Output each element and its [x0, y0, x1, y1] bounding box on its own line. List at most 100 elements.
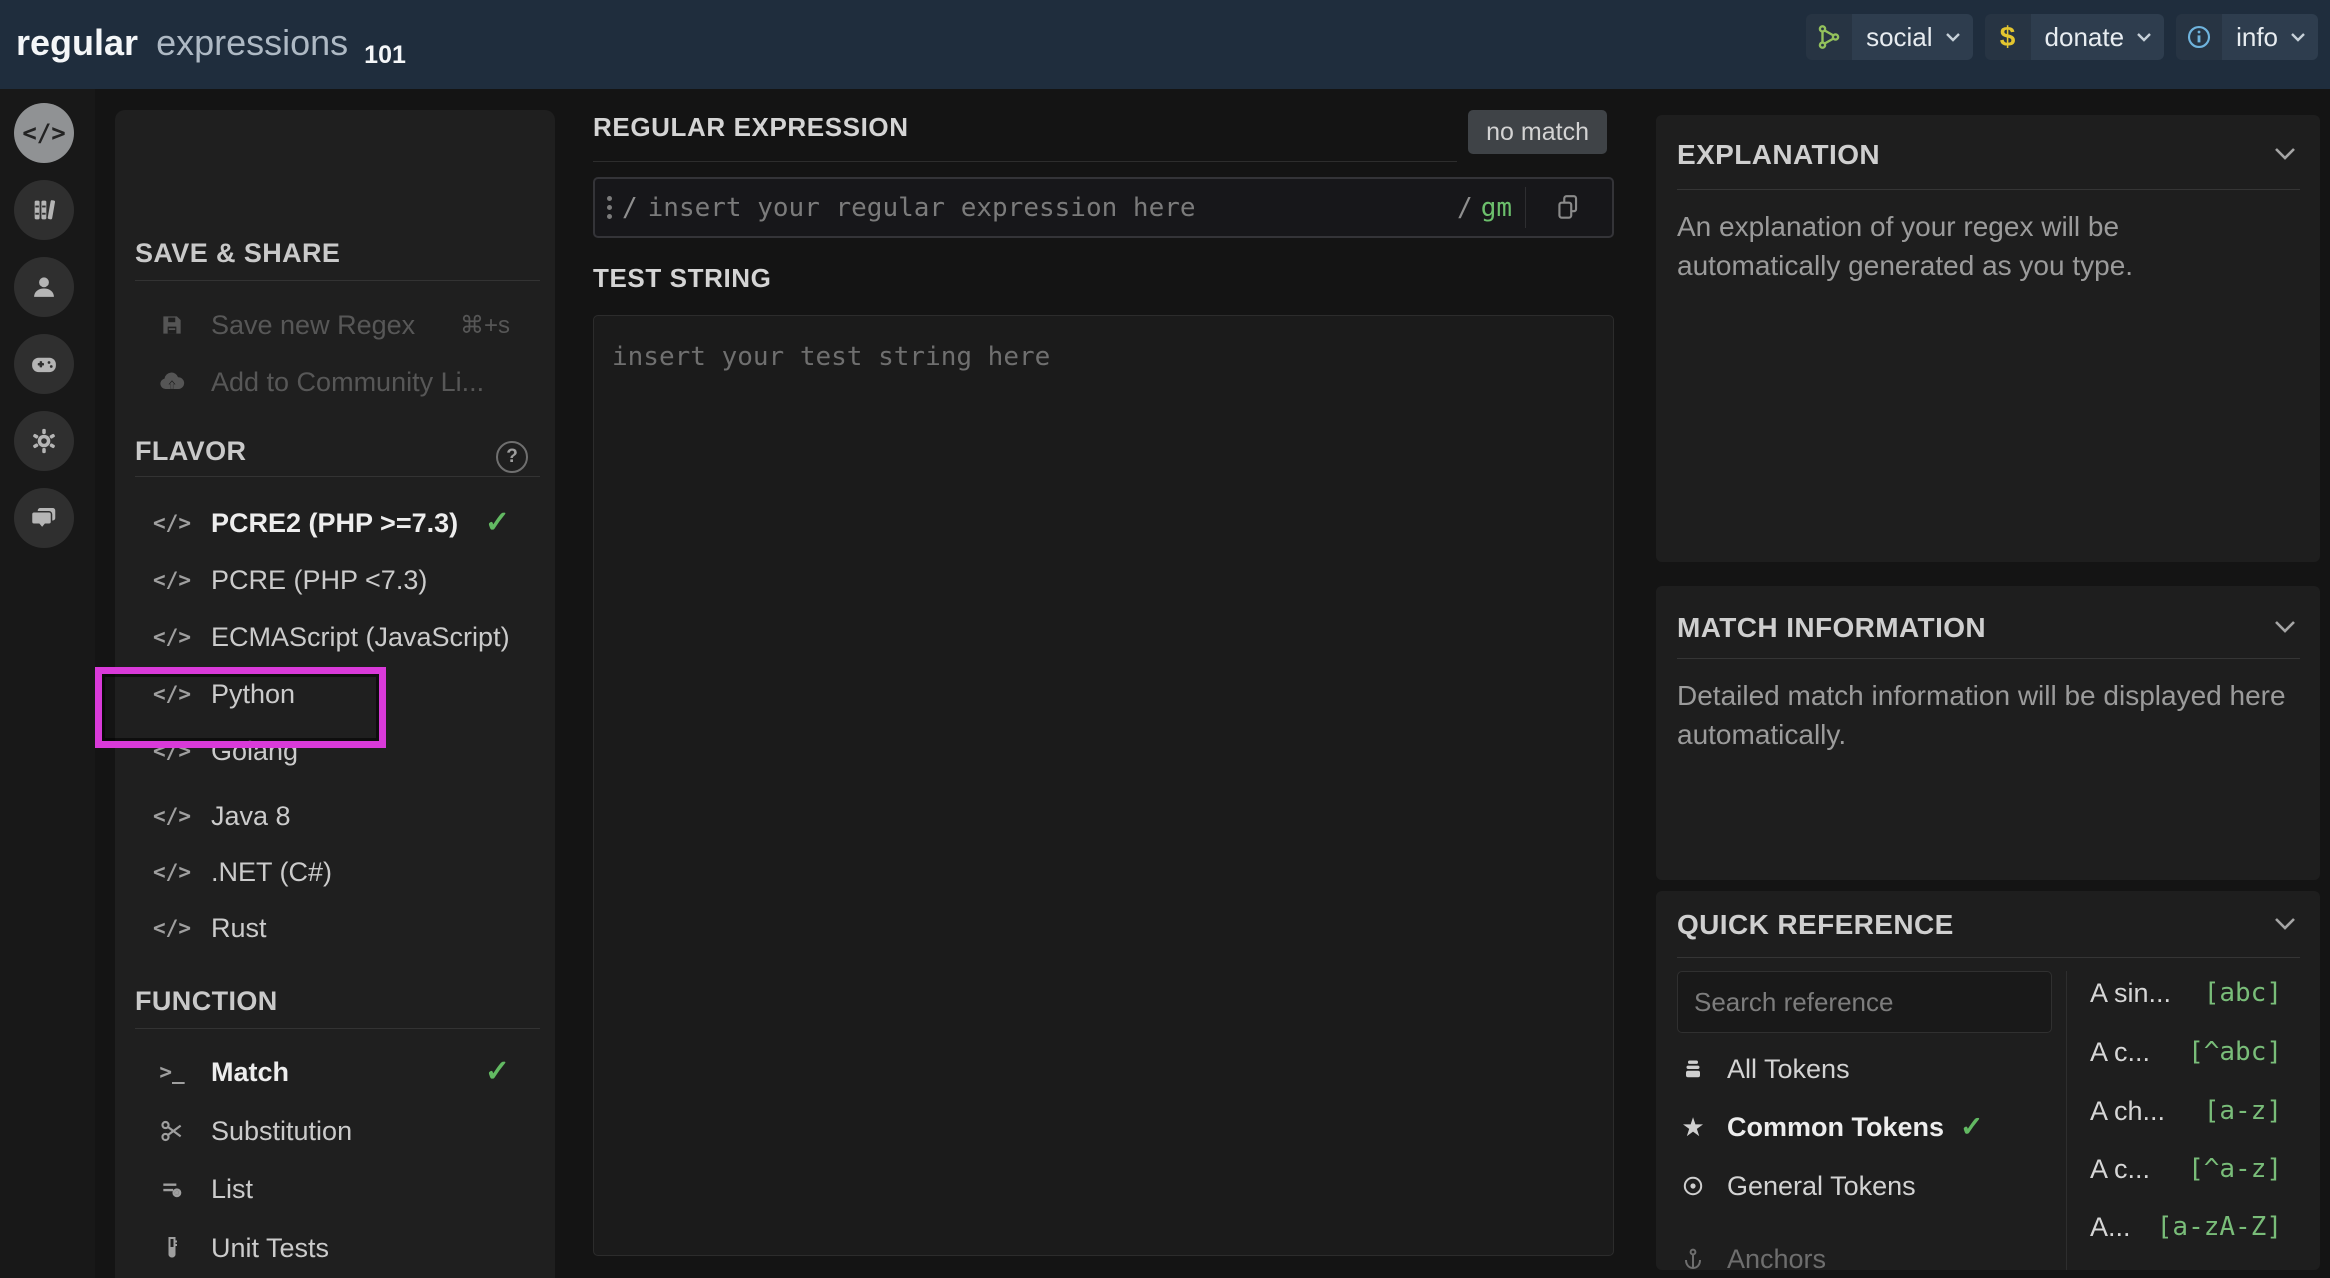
flavor-help-icon[interactable]: ? — [496, 441, 528, 473]
drag-handle-dots-icon — [607, 196, 612, 219]
divider — [1677, 658, 2300, 659]
reference-entry[interactable]: A sin... [abc] — [2090, 973, 2282, 1013]
divider — [1677, 957, 2300, 958]
rail-regex-editor-button[interactable]: </> — [14, 103, 74, 163]
library-icon — [30, 196, 58, 224]
logo-part-expressions: expressions — [156, 22, 348, 63]
reference-search-input[interactable] — [1677, 971, 2052, 1033]
logo-part-regular: regular — [16, 22, 138, 63]
test-string-input[interactable] — [593, 315, 1614, 1256]
save-shortcut: ⌘+s — [460, 311, 510, 340]
flavor-item-python[interactable]: </> Python — [155, 674, 510, 714]
function-item-substitution[interactable]: Substitution — [155, 1111, 510, 1151]
add-to-community-label: Add to Community Li... — [211, 367, 484, 398]
donate-label: donate — [2031, 22, 2137, 53]
dollar-icon: $ — [1985, 14, 2031, 60]
divider — [2066, 971, 2067, 1270]
rail-community-button[interactable] — [14, 334, 74, 394]
divider — [135, 280, 540, 281]
collapse-chevron-icon[interactable] — [2274, 147, 2296, 160]
flavor-heading: FLAVOR — [135, 436, 246, 467]
chevron-down-icon — [2290, 32, 2306, 42]
chevron-down-icon — [1945, 32, 1961, 42]
match-information-panel: MATCH INFORMATION Detailed match informa… — [1656, 586, 2320, 880]
rail-settings-button[interactable] — [14, 411, 74, 471]
social-label: social — [1852, 22, 1944, 53]
cloud-upload-icon — [155, 368, 189, 396]
explanation-body: An explanation of your regex will be aut… — [1677, 207, 2217, 285]
flavor-item-ecmascript[interactable]: </> ECMAScript (JavaScript) — [155, 617, 510, 657]
flavor-item-rust[interactable]: </> Rust — [155, 908, 510, 948]
scissors-icon — [155, 1118, 189, 1144]
test-tube-icon — [155, 1235, 189, 1261]
rail-feedback-button[interactable] — [14, 488, 74, 548]
code-icon: </> — [155, 568, 189, 592]
divider — [1525, 187, 1526, 228]
code-icon: </> — [155, 860, 189, 884]
category-all-tokens[interactable]: All Tokens — [1677, 1049, 2047, 1089]
regex101-app: regular expressions 101 social $ donat — [0, 0, 2330, 1278]
code-icon: </> — [155, 682, 189, 706]
collapse-chevron-icon[interactable] — [2274, 620, 2296, 633]
info-menu-button[interactable]: info — [2176, 14, 2318, 60]
gear-icon — [30, 427, 58, 455]
regex-close-delimiter: / — [1457, 193, 1473, 223]
rail-account-button[interactable] — [14, 257, 74, 317]
test-string-heading: TEST STRING — [593, 263, 772, 294]
category-anchors[interactable]: Anchors — [1677, 1239, 2047, 1270]
explanation-heading: EXPLANATION — [1677, 139, 1880, 171]
code-icon: </> — [155, 739, 189, 763]
info-label: info — [2222, 22, 2290, 53]
quick-reference-panel: QUICK REFERENCE All Tokens ★ Common Toke… — [1656, 891, 2320, 1270]
social-menu-button[interactable]: social — [1806, 14, 1972, 60]
match-information-body: Detailed match information will be displ… — [1677, 676, 2317, 754]
left-sidebar: SAVE & SHARE Save new Regex ⌘+s — [115, 110, 555, 1278]
function-item-list[interactable]: List — [155, 1169, 510, 1209]
check-icon: ✓ — [1960, 1113, 1983, 1141]
rail-library-button[interactable] — [14, 180, 74, 240]
navbar-menus: social $ donate info — [1806, 14, 2318, 60]
collapse-chevron-icon[interactable] — [2274, 917, 2296, 930]
divider — [135, 476, 540, 477]
add-to-community-item[interactable]: Add to Community Li... — [155, 362, 510, 402]
code-icon: </> — [155, 916, 189, 940]
donate-menu-button[interactable]: $ donate — [1985, 14, 2165, 60]
circle-dot-icon — [1677, 1174, 1709, 1198]
flavor-item-golang[interactable]: </> Golang — [155, 731, 510, 771]
regex-open-delimiter: / — [622, 193, 638, 223]
save-new-regex-item[interactable]: Save new Regex ⌘+s — [155, 305, 510, 345]
divider — [135, 1028, 540, 1029]
reference-entry[interactable]: A ch... [a-z] — [2090, 1091, 2282, 1131]
explanation-panel: EXPLANATION An explanation of your regex… — [1656, 115, 2320, 562]
top-navbar: regular expressions 101 social $ donat — [0, 0, 2330, 89]
left-icon-rail: </> — [0, 89, 95, 1278]
regex-input[interactable]: / insert your regular expression here / … — [593, 177, 1614, 238]
flavor-item-pcre[interactable]: </> PCRE (PHP <7.3) — [155, 560, 510, 600]
match-information-heading: MATCH INFORMATION — [1677, 612, 1986, 644]
app-logo[interactable]: regular expressions 101 — [16, 22, 406, 64]
reference-entry[interactable]: A... [a-zA-Z] — [2090, 1207, 2282, 1247]
user-icon — [30, 273, 58, 301]
save-share-heading: SAVE & SHARE — [135, 238, 340, 269]
floppy-icon — [155, 312, 189, 338]
flavor-item-dotnet[interactable]: </> .NET (C#) — [155, 852, 510, 892]
check-icon: ✓ — [485, 508, 510, 538]
code-icon: </> — [155, 625, 189, 649]
regular-expression-heading: REGULAR EXPRESSION — [593, 112, 909, 143]
flavor-item-pcre2[interactable]: </> PCRE2 (PHP >=7.3) ✓ — [155, 503, 510, 543]
copy-icon[interactable] — [1546, 189, 1590, 227]
regex-flags[interactable]: gm — [1481, 193, 1512, 223]
function-item-match[interactable]: >_ Match ✓ — [155, 1052, 510, 1092]
category-general-tokens[interactable]: General Tokens — [1677, 1166, 2047, 1206]
match-status-badge: no match — [1468, 110, 1607, 154]
logo-part-101: 101 — [364, 41, 406, 69]
divider — [1677, 189, 2300, 190]
flavor-item-java8[interactable]: </> Java 8 — [155, 796, 510, 836]
reference-entry[interactable]: A c... [^a-z] — [2090, 1149, 2282, 1189]
code-icon: </> — [155, 804, 189, 828]
function-item-unit-tests[interactable]: Unit Tests — [155, 1228, 510, 1268]
chat-bubbles-icon — [29, 503, 59, 533]
code-icon: </> — [155, 511, 189, 535]
reference-entry[interactable]: A c... [^abc] — [2090, 1032, 2282, 1072]
category-common-tokens[interactable]: ★ Common Tokens ✓ — [1677, 1107, 2047, 1147]
